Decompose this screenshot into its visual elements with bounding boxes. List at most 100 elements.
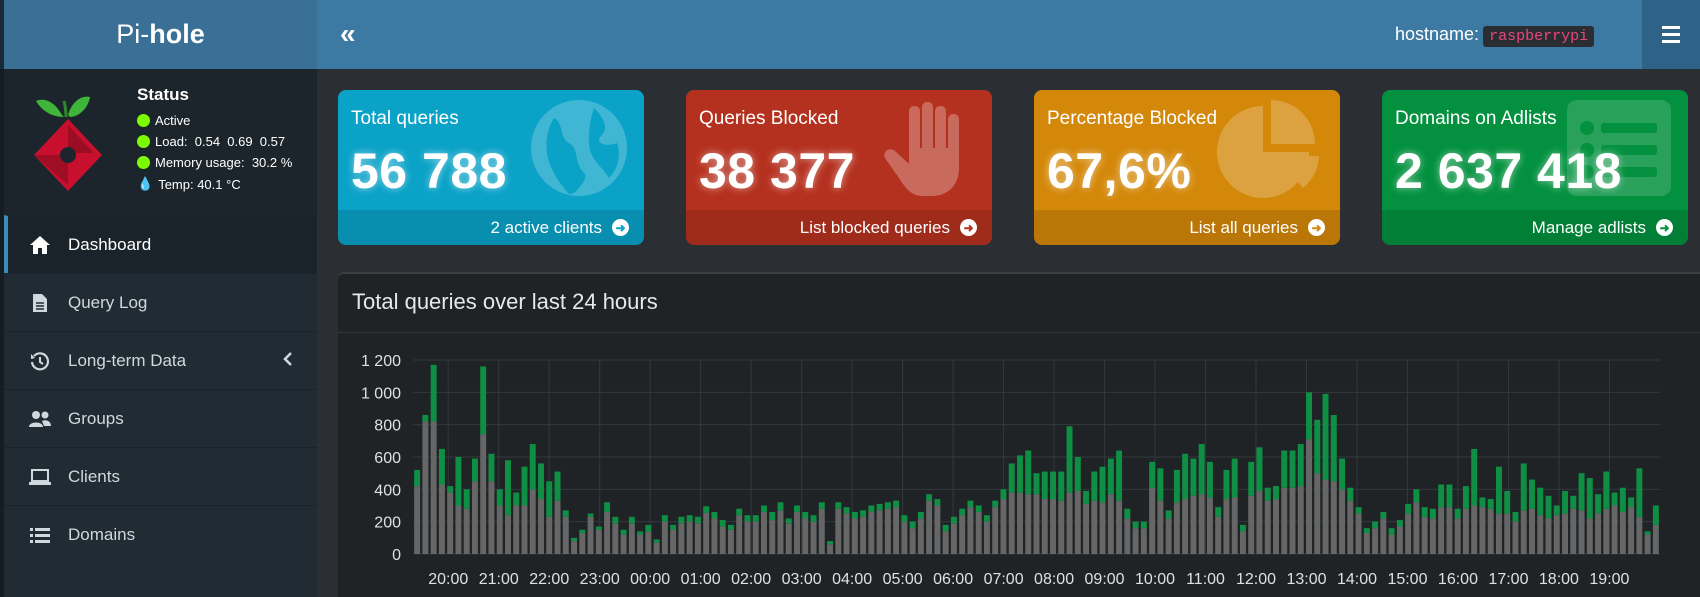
bar-blocked [827,541,834,545]
bar-permitted [1520,510,1527,554]
bar-permitted [1537,515,1544,554]
bar-permitted [571,541,578,554]
bar-blocked [1206,461,1213,498]
bar-blocked [1099,466,1106,503]
bar-blocked [538,463,544,500]
bar-permitted [422,421,429,554]
bar-permitted [1074,490,1081,554]
nav-label: Domains [68,524,136,544]
bar-permitted [1017,492,1023,554]
bar-permitted [736,515,743,554]
box-footer-link[interactable]: List all queries ➜ [1034,210,1340,245]
menu-button[interactable] [1642,0,1700,69]
box-footer-link[interactable]: Manage adlists ➜ [1382,210,1688,245]
bar-permitted [1619,511,1626,554]
bar-permitted [1000,499,1007,554]
x-tick-label: 19:00 [1589,571,1629,588]
y-tick-label: 400 [374,482,401,499]
x-tick-label: 05:00 [883,571,923,588]
nav-label: Dashboard [68,234,152,254]
bar-permitted [587,516,594,554]
nav-item-groups[interactable]: Groups [4,389,317,447]
bar-blocked [1347,487,1354,501]
bar-permitted [1363,532,1370,554]
x-tick-label: 21:00 [479,571,519,588]
bar-blocked [769,511,776,521]
nav-item-long-term-data[interactable]: Long-term Data [4,331,317,389]
bar-blocked [1570,495,1577,509]
bar-blocked [719,520,726,527]
box-value: 38 377 [699,143,855,199]
y-tick-label: 0 [392,547,401,564]
box-footer-link[interactable]: 2 active clients ➜ [338,210,644,245]
bar-blocked [1248,461,1255,496]
history-icon [26,351,54,371]
bar-permitted [752,521,759,554]
chevron-left-icon [283,352,293,371]
bar-blocked [471,458,478,482]
nav-item-dashboard[interactable]: Dashboard [4,215,317,273]
bar-blocked [686,515,693,522]
nav-item-query-log[interactable]: Query Log [4,273,317,331]
bar-blocked [579,529,586,533]
nav-label: Clients [68,466,120,486]
queries-chart-panel: Total queries over last 24 hours 0 200 400… [338,272,1700,597]
status-load: Load: 0.54 0.69 0.57 [137,134,285,149]
bar-blocked [736,508,743,516]
bar-permitted [1248,495,1255,554]
sidebar-toggle-icon[interactable]: « [340,18,356,50]
status-temp: 💧 Temp: 40.1 °C [137,176,241,192]
bar-blocked [546,481,553,517]
bar-blocked [620,529,627,535]
total-queries-box: Total queries 56 788 2 active clients ➜ [338,90,644,245]
status-load-text: Load: 0.54 0.69 0.57 [155,134,286,149]
bar-permitted [670,529,677,554]
bar-blocked [909,521,916,529]
x-tick-label: 11:00 [1186,571,1225,588]
bar-permitted [1124,518,1131,554]
bar-permitted [645,531,652,554]
box-footer-link[interactable]: List blocked queries ➜ [686,210,992,245]
bar-blocked [777,502,784,511]
app-logo[interactable]: Pi-hole [0,0,317,69]
bar-blocked [1058,471,1065,501]
bar-blocked [1198,444,1205,495]
bar-permitted [1603,508,1610,554]
queries-bar-chart[interactable]: 0 200 400 600 800 1 000 1 200 20:00 21:00 22:00 23… [338,274,1700,597]
bar-permitted [860,516,867,554]
bar-blocked [1471,448,1478,506]
bar-permitted [1256,490,1263,554]
bar-permitted [992,507,999,554]
bar-permitted [711,518,718,554]
bar-permitted [1132,528,1139,554]
bar-permitted [1553,515,1560,554]
x-tick-label: 03:00 [782,571,822,588]
bar-permitted [827,544,834,554]
bar-permitted [1380,518,1387,554]
arrow-circle-right-icon: ➜ [960,219,977,236]
bar-permitted [1273,499,1279,554]
bar-blocked [1165,510,1172,519]
bar-blocked [554,471,561,501]
box-footer-text: List blocked queries [799,217,950,237]
bar-permitted [455,505,462,554]
bar-blocked [1339,458,1346,490]
bar-permitted [595,529,602,554]
bar-blocked [1644,531,1651,535]
bar-blocked [1438,484,1445,508]
bar-permitted [744,521,751,554]
nav-item-domains[interactable]: Domains [4,505,317,563]
home-icon [26,235,54,255]
bar-permitted [719,526,726,554]
bar-permitted [1405,513,1412,554]
box-value: 56 788 [351,143,507,199]
bar-permitted [678,523,685,554]
bar-permitted [835,508,842,554]
status-title: Status [137,85,189,104]
bar-blocked [1091,471,1098,501]
bar-blocked [1363,528,1370,533]
bar-blocked [1562,490,1569,514]
nav-item-clients[interactable]: Clients [4,447,317,505]
bar-blocked [868,505,875,512]
bar-blocked [430,364,437,422]
